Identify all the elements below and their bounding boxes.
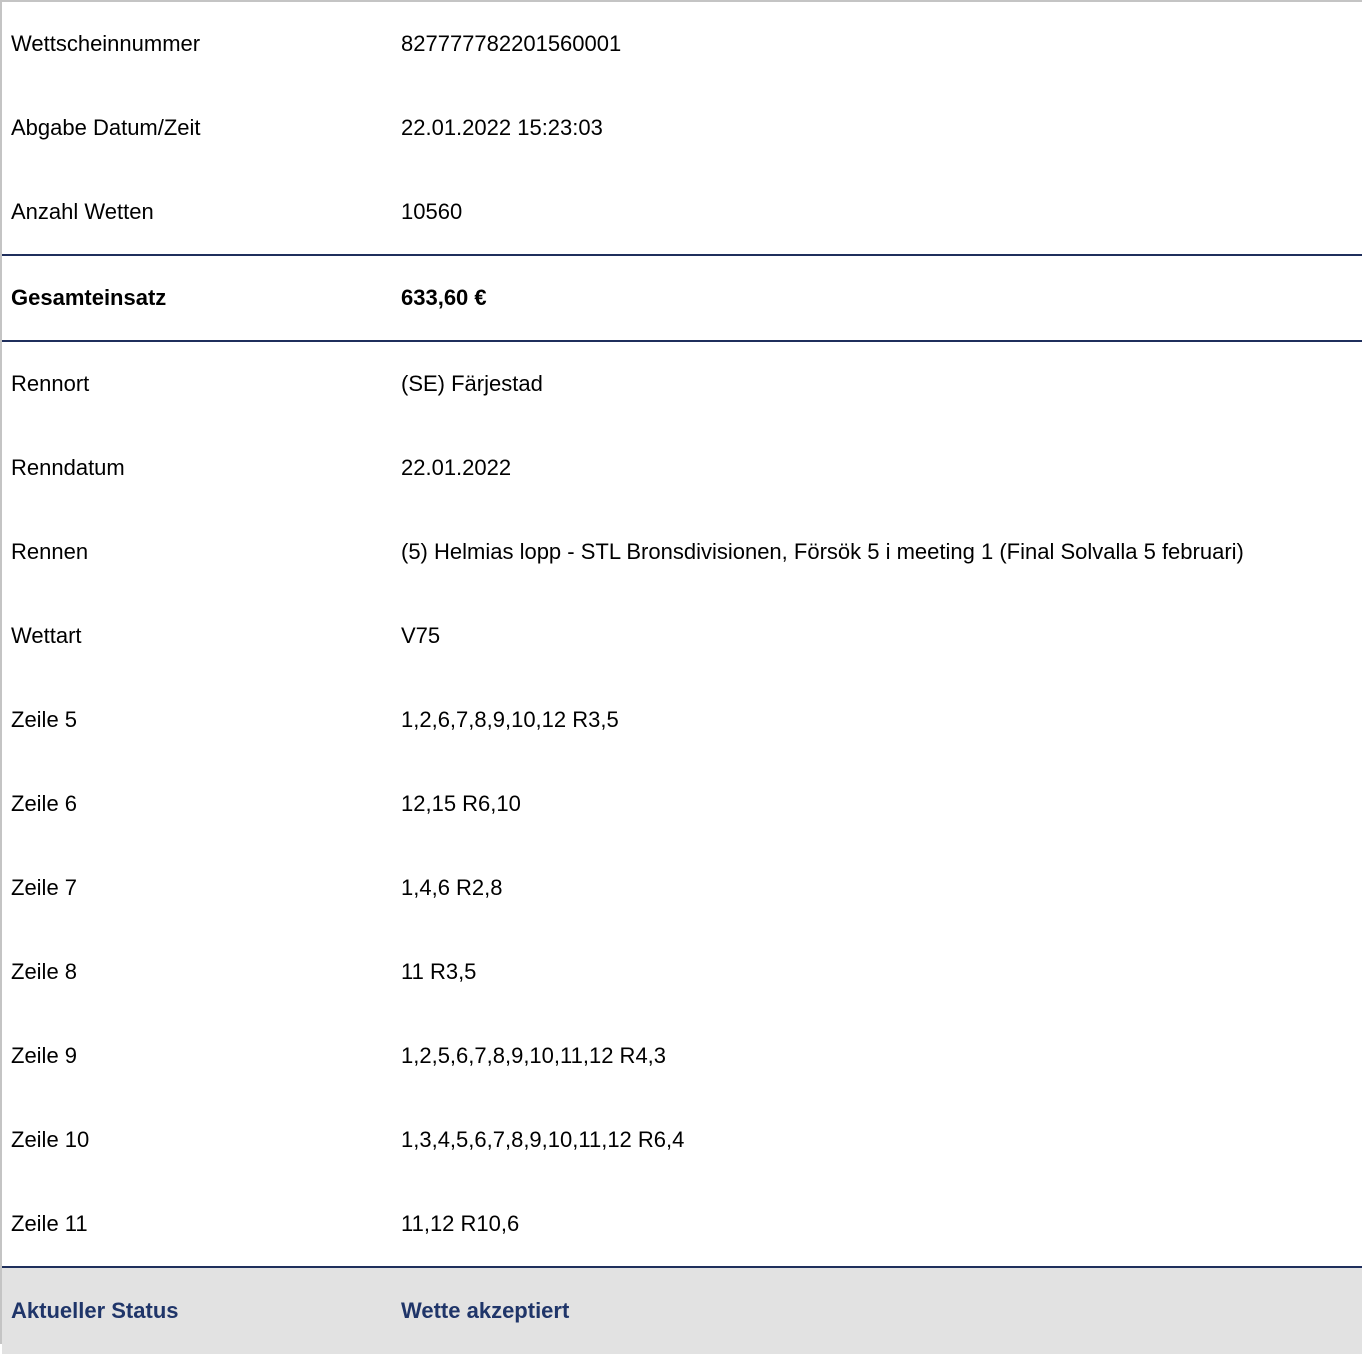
- line-label: Zeile 6: [11, 791, 78, 816]
- race-name-row: Rennen (5) Helmias lopp - STL Bronsdivis…: [2, 510, 1362, 594]
- line-row-7: Zeile 7 1,4,6 R2,8: [2, 846, 1362, 930]
- line-value: 11,12 R10,6: [401, 1211, 520, 1236]
- status-label: Aktueller Status: [11, 1298, 179, 1323]
- status-row: Aktueller Status Wette akzeptiert: [2, 1268, 1362, 1354]
- line-row-10: Zeile 10 1,3,4,5,6,7,8,9,10,11,12 R6,4: [2, 1098, 1362, 1182]
- bet-type-row: Wettart V75: [2, 594, 1362, 678]
- line-row-5: Zeile 5 1,2,6,7,8,9,10,12 R3,5: [2, 678, 1362, 762]
- race-venue-label: Rennort: [11, 371, 90, 396]
- total-stake-label: Gesamteinsatz: [11, 285, 167, 310]
- line-value: 1,2,5,6,7,8,9,10,11,12 R4,3: [401, 1043, 667, 1068]
- race-details-section: Rennort (SE) Färjestad Renndatum 22.01.2…: [2, 342, 1362, 1266]
- line-label: Zeile 5: [11, 707, 78, 732]
- line-row-11: Zeile 11 11,12 R10,6: [2, 1182, 1362, 1266]
- status-value: Wette akzeptiert: [401, 1298, 570, 1323]
- line-value: 1,4,6 R2,8: [401, 875, 503, 900]
- ticket-number-value: 827777782201560001: [401, 31, 622, 56]
- race-name-label: Rennen: [11, 539, 89, 564]
- line-row-8: Zeile 8 11 R3,5: [2, 930, 1362, 1014]
- line-value: 1,2,6,7,8,9,10,12 R3,5: [401, 707, 619, 732]
- line-label: Zeile 8: [11, 959, 78, 984]
- bet-count-row: Anzahl Wetten 10560: [2, 170, 1362, 254]
- line-value: 1,3,4,5,6,7,8,9,10,11,12 R6,4: [401, 1127, 685, 1152]
- bet-ticket-details: Wettscheinnummer 827777782201560001 Abga…: [0, 0, 1362, 1354]
- bet-type-value: V75: [401, 623, 441, 648]
- total-stake-row: Gesamteinsatz 633,60 €: [2, 256, 1362, 340]
- line-row-9: Zeile 9 1,2,5,6,7,8,9,10,11,12 R4,3: [2, 1014, 1362, 1098]
- race-venue-value: (SE) Färjestad: [401, 371, 543, 396]
- bet-count-label: Anzahl Wetten: [11, 199, 154, 224]
- line-row-6: Zeile 6 12,15 R6,10: [2, 762, 1362, 846]
- total-stake-value: 633,60 €: [401, 285, 487, 310]
- line-label: Zeile 7: [11, 875, 78, 900]
- line-value: 12,15 R6,10: [401, 791, 521, 816]
- bet-count-value: 10560: [401, 199, 463, 224]
- bet-type-label: Wettart: [11, 623, 82, 648]
- race-venue-row: Rennort (SE) Färjestad: [2, 342, 1362, 426]
- line-value: 11 R3,5: [401, 959, 477, 984]
- race-name-value: (5) Helmias lopp - STL Bronsdivisionen, …: [401, 539, 1244, 564]
- race-date-value: 22.01.2022: [401, 455, 512, 480]
- submission-datetime-value: 22.01.2022 15:23:03: [401, 115, 603, 140]
- line-label: Zeile 9: [11, 1043, 78, 1068]
- line-label: Zeile 11: [11, 1211, 88, 1236]
- ticket-number-row: Wettscheinnummer 827777782201560001: [2, 2, 1362, 86]
- line-label: Zeile 10: [11, 1127, 90, 1152]
- race-date-label: Renndatum: [11, 455, 125, 480]
- race-date-row: Renndatum 22.01.2022: [2, 426, 1362, 510]
- submission-datetime-row: Abgabe Datum/Zeit 22.01.2022 15:23:03: [2, 86, 1362, 170]
- ticket-number-label: Wettscheinnummer: [11, 31, 201, 56]
- submission-datetime-label: Abgabe Datum/Zeit: [11, 115, 201, 140]
- ticket-info-section: Wettscheinnummer 827777782201560001 Abga…: [2, 2, 1362, 254]
